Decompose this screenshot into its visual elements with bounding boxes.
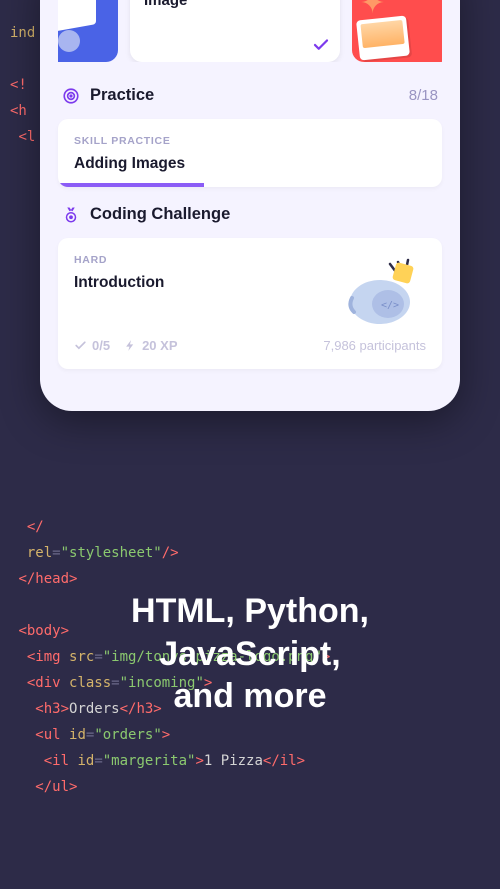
challenge-section-head: Coding Challenge	[58, 205, 442, 224]
challenge-stats: 0/5 20 XP 7,986 participants	[74, 338, 426, 353]
check-small-icon	[74, 339, 87, 352]
svg-text:</>: </>	[381, 300, 399, 311]
practice-progress-bar	[58, 183, 204, 187]
lesson-cards-row: Image ✦	[58, 0, 442, 62]
practice-counter: 8/18	[409, 87, 438, 104]
practice-section: Practice 8/18 SKILL PRACTICE Adding Imag…	[58, 86, 442, 187]
challenge-xp-text: 20 XP	[142, 338, 177, 353]
news-illustration	[58, 30, 80, 52]
practice-title: Practice	[90, 86, 154, 105]
photo-illustration	[356, 15, 410, 60]
challenge-xp-stat: 20 XP	[124, 338, 177, 353]
practice-section-head: Practice 8/18	[58, 86, 442, 105]
challenge-progress-stat: 0/5	[74, 338, 110, 353]
whistle-illustration: </>	[338, 258, 428, 330]
bolt-icon	[124, 339, 137, 352]
lesson-card-label: Image	[144, 0, 187, 9]
challenge-title: Coding Challenge	[90, 205, 230, 224]
check-icon	[312, 36, 330, 54]
challenge-card[interactable]: HARD Introduction </> 0/5 20 XP	[58, 238, 442, 369]
code-line: ind	[10, 25, 35, 41]
target-icon	[62, 87, 80, 105]
practice-card[interactable]: SKILL PRACTICE Adding Images	[58, 119, 442, 187]
challenge-progress-text: 0/5	[92, 338, 110, 353]
promo-headline: HTML, Python, JavaScript, and more	[0, 590, 500, 718]
headline-line-1: HTML, Python,	[40, 590, 460, 633]
challenge-section: Coding Challenge HARD Introduction </> 0…	[58, 205, 442, 369]
lesson-card-prev[interactable]	[58, 0, 118, 62]
practice-eyebrow: SKILL PRACTICE	[74, 135, 426, 147]
lesson-card-current[interactable]: Image	[130, 0, 340, 62]
practice-card-title: Adding Images	[74, 155, 426, 173]
medal-icon	[62, 206, 80, 224]
phone-app-card: Image ✦ Practice 8/18 SKILL PRACTICE Add…	[40, 0, 460, 411]
headline-line-2: JavaScript,	[40, 633, 460, 676]
headline-line-3: and more	[40, 675, 460, 718]
lesson-card-next[interactable]: ✦	[352, 0, 442, 62]
challenge-participants: 7,986 participants	[323, 338, 426, 353]
